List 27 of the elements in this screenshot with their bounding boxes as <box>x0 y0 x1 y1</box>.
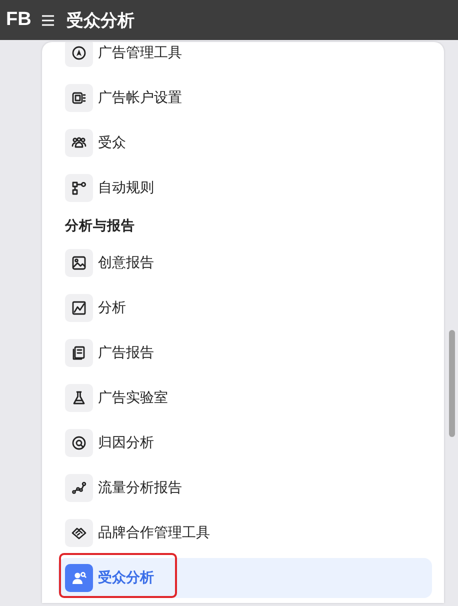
page-title: 受众分析 <box>66 10 134 32</box>
account-cards-icon <box>71 90 87 106</box>
menu-item[interactable]: 广告报告 <box>58 333 432 373</box>
menu-item[interactable]: 广告实验室 <box>58 378 432 418</box>
flow-nodes-icon <box>71 180 87 196</box>
menu-item[interactable]: 受众 <box>58 123 432 163</box>
menu-item[interactable]: 归因分析 <box>58 423 432 463</box>
flask-icon <box>71 390 87 406</box>
target-search-icon <box>71 435 87 451</box>
logo[interactable]: FB <box>6 9 32 31</box>
scatter-line-icon <box>71 480 87 496</box>
menu-item[interactable]: 自动规则 <box>58 168 432 208</box>
scrollbar[interactable] <box>449 330 455 437</box>
handshake-icon <box>71 525 87 541</box>
audience-search-icon <box>71 570 87 586</box>
image-icon <box>71 255 87 271</box>
menu-item[interactable]: 品牌合作管理工具 <box>58 513 432 553</box>
menu-item[interactable]: 分析 <box>58 288 432 328</box>
line-chart-icon <box>71 300 87 316</box>
compass-icon <box>71 45 87 61</box>
menu-item[interactable]: 创意报告 <box>58 243 432 283</box>
report-pages-icon <box>71 345 87 361</box>
menu-item[interactable]: 广告管理工具 <box>58 42 432 73</box>
menu-item[interactable]: 流量分析报告 <box>58 468 432 508</box>
section-header: 分析与报告 <box>64 216 136 236</box>
menu-icon[interactable] <box>42 14 54 26</box>
menu-item[interactable]: 广告帐户设置 <box>58 78 432 118</box>
